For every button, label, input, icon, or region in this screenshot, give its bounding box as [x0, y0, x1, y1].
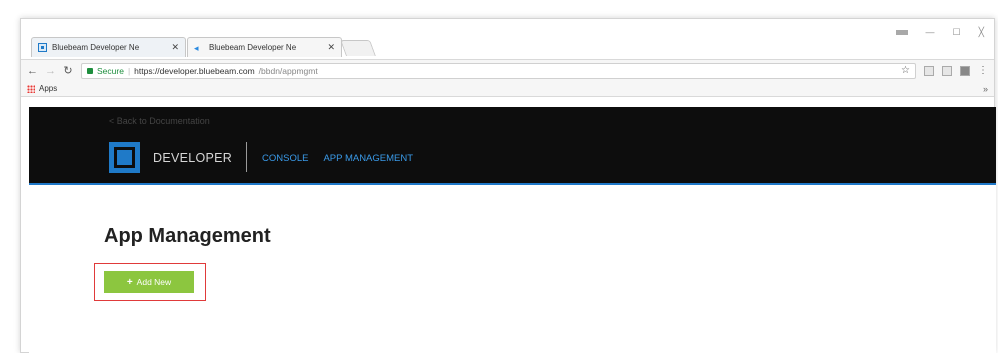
- tab-bluebeam-1[interactable]: Bluebeam Developer Ne ✕: [31, 37, 186, 57]
- bookmark-star-icon[interactable]: ☆: [901, 65, 910, 76]
- site-nav: CONSOLE APP MANAGEMENT: [262, 153, 413, 164]
- nav-app-management[interactable]: APP MANAGEMENT: [323, 153, 413, 164]
- separator: |: [127, 65, 131, 76]
- extension-icon[interactable]: [942, 65, 952, 76]
- bookmarks-overflow-icon[interactable]: »: [983, 84, 988, 94]
- minimize-icon[interactable]: —: [926, 27, 935, 38]
- close-tab-icon[interactable]: ✕: [171, 42, 179, 53]
- bookmarks-bar: Apps »: [21, 81, 994, 97]
- url-host: https://developer.bluebeam.com: [134, 65, 255, 76]
- page-content: < Back to Documentation DEVELOPER CONSOL…: [29, 107, 996, 353]
- apps-grid-icon: [27, 84, 35, 93]
- lock-icon: [87, 67, 93, 74]
- browser-menu-icon[interactable]: ⋮: [978, 65, 988, 76]
- extension-icon[interactable]: [960, 65, 970, 76]
- tab-strip: Bluebeam Developer Ne ✕ ◂ Bluebeam Devel…: [21, 19, 994, 59]
- address-bar[interactable]: Secure | https://developer.bluebeam.com /…: [81, 62, 916, 79]
- back-arrow-icon[interactable]: ←: [27, 65, 38, 77]
- divider: [246, 142, 247, 172]
- tab-title: Bluebeam Developer Ne: [52, 43, 140, 52]
- reload-icon[interactable]: ↻: [63, 64, 73, 77]
- brand-label: DEVELOPER: [153, 151, 233, 165]
- extensions: [924, 65, 970, 76]
- url-path: /bbdn/appmgmt: [258, 65, 318, 76]
- close-window-icon[interactable]: ╳: [979, 27, 984, 38]
- maximize-icon[interactable]: ☐: [953, 27, 961, 38]
- new-tab-button[interactable]: [340, 40, 376, 56]
- bluebeam-favicon-icon: [38, 43, 47, 52]
- loading-favicon-icon: ◂: [194, 42, 199, 53]
- extension-icon[interactable]: [924, 65, 934, 76]
- add-new-label: Add New: [136, 277, 172, 287]
- window-controls: — ☐ ╳: [895, 27, 984, 38]
- add-new-button[interactable]: + Add New: [104, 271, 194, 293]
- address-bar-row: ← → ↻ Secure | https://developer.bluebea…: [21, 59, 994, 81]
- bluebeam-logo-icon[interactable]: [109, 142, 140, 173]
- nav-console[interactable]: CONSOLE: [262, 153, 308, 164]
- forward-arrow-icon[interactable]: →: [45, 65, 56, 77]
- user-profile-icon[interactable]: [895, 30, 908, 35]
- plus-icon: +: [126, 276, 133, 288]
- browser-window: Bluebeam Developer Ne ✕ ◂ Bluebeam Devel…: [20, 18, 996, 353]
- back-to-documentation-link[interactable]: < Back to Documentation: [109, 116, 210, 126]
- close-tab-icon[interactable]: ✕: [327, 42, 335, 53]
- tab-title: Bluebeam Developer Ne: [209, 43, 297, 52]
- site-header: < Back to Documentation DEVELOPER CONSOL…: [29, 107, 996, 185]
- tab-bluebeam-2[interactable]: ◂ Bluebeam Developer Ne ✕: [187, 37, 342, 57]
- page-title: App Management: [104, 225, 271, 247]
- apps-bookmark[interactable]: Apps: [39, 84, 57, 93]
- secure-label: Secure: [97, 65, 124, 76]
